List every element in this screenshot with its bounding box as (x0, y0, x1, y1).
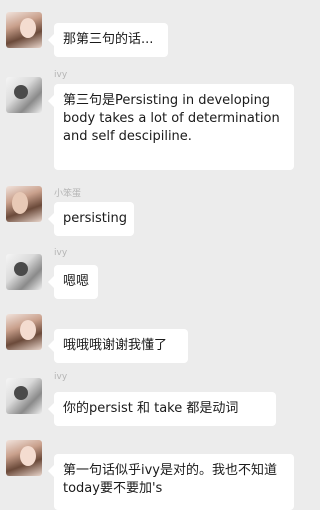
message-bubble[interactable]: persisting (48, 202, 134, 236)
message-bubble[interactable]: 嗯嗯 (48, 265, 98, 299)
message-bubble[interactable]: 你的persist 和 take 都是动词 (48, 392, 276, 426)
sender-name: ivy (54, 248, 68, 258)
user-avatar[interactable] (6, 254, 42, 290)
message-bubble[interactable]: 那第三句的话... (48, 23, 168, 57)
message-bubble[interactable]: 第三句是Persisting in developing body takes … (48, 84, 294, 170)
chat-message-list[interactable]: 那第三句的话... ivy 第三句是Persisting in developi… (0, 0, 304, 510)
user-avatar[interactable] (6, 77, 42, 113)
user-avatar[interactable] (6, 186, 42, 222)
sender-name: ivy (54, 372, 68, 382)
user-avatar[interactable] (6, 314, 42, 350)
user-avatar[interactable] (6, 12, 42, 48)
user-avatar[interactable] (6, 378, 42, 414)
message-bubble[interactable]: 第一句话似乎ivy是对的。我也不知道today要不要加's (48, 454, 294, 510)
sender-name: ivy (54, 70, 68, 80)
sender-name: 小笨蛋 (54, 189, 82, 199)
message-bubble[interactable]: 哦哦哦谢谢我懂了 (48, 329, 188, 363)
user-avatar[interactable] (6, 440, 42, 476)
